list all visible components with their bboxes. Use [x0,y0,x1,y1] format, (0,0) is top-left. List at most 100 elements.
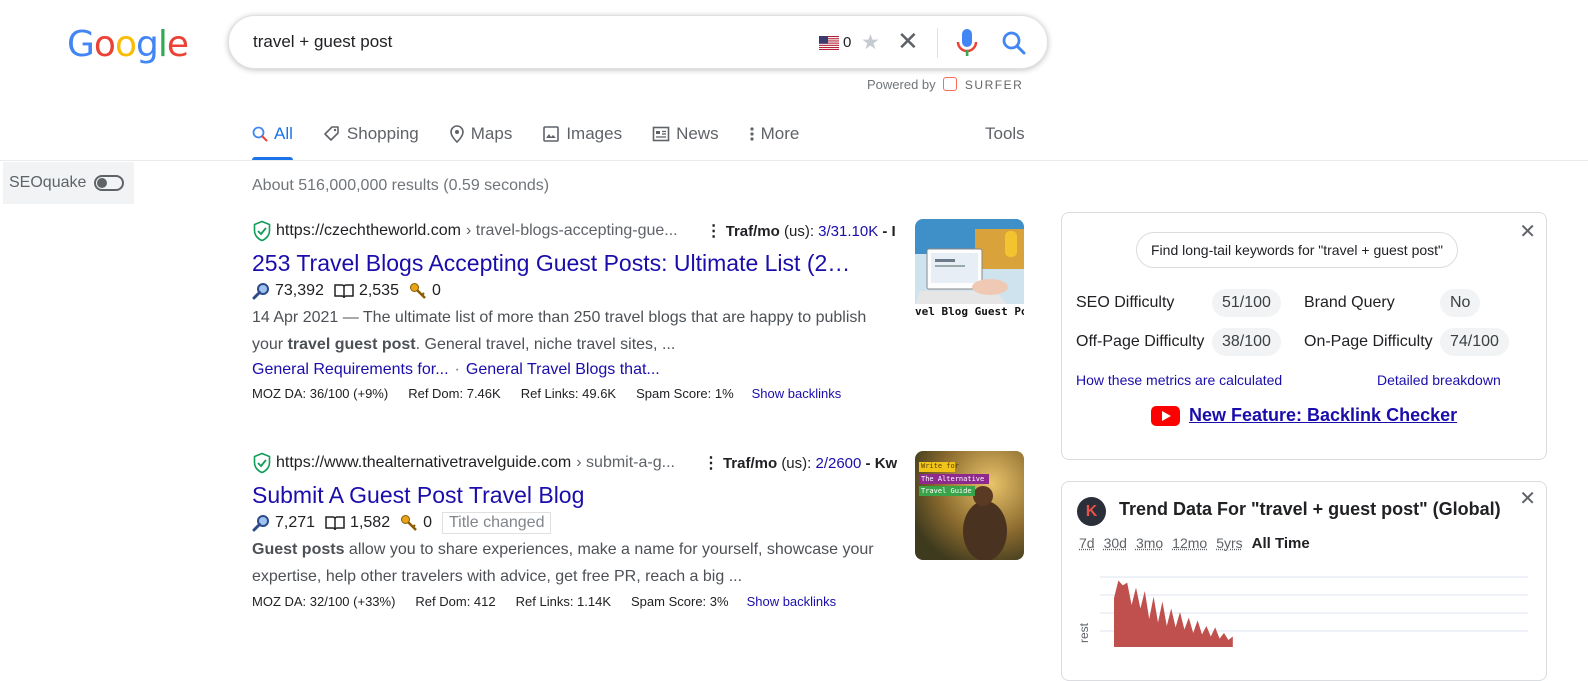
traffic-geo: (us): [781,455,811,472]
onpage-difficulty-value: 74/100 [1440,328,1509,356]
seoquake-toggle[interactable] [94,175,124,191]
onpage-difficulty-row: On-Page Difficulty 74/100 [1304,328,1509,356]
news-icon [652,126,670,142]
book-icon [325,515,345,531]
result-title-link[interactable]: 253 Travel Blogs Accepting Guest Posts: … [252,248,872,278]
more-vert-icon[interactable]: ⋮ [703,453,719,473]
axis-label: rest [1077,622,1091,643]
snippet-bold: Guest posts [252,541,344,558]
search-icon[interactable] [1001,30,1027,56]
result-snippet: Guest posts allow you to share experienc… [252,536,902,590]
more-vert-icon[interactable]: ⋮ [706,221,722,241]
search-volume-value: 7,271 [275,514,315,532]
microphone-icon[interactable] [955,28,979,58]
seo-difficulty-label: SEO Difficulty [1076,294,1212,312]
google-logo[interactable]: Google [67,24,188,65]
tab-label: Images [566,124,622,144]
result-stats: About 516,000,000 results (0.59 seconds) [252,177,549,195]
star-icon[interactable]: ★ [861,30,880,55]
trend-area [1114,581,1233,648]
tab-all[interactable]: All [252,122,293,146]
ref-dom: Ref Dom: 7.46K [408,382,501,406]
keys-metric: 0 [400,514,432,532]
magnifier-icon [252,514,270,532]
thumbnail-caption: Travel Guide [921,487,972,495]
traffic-info: Traf/mo (us): 2/2600 - Kw [723,455,897,472]
tab-label: Shopping [347,124,419,144]
ref-links: Ref Links: 1.14K [516,590,611,614]
shield-check-icon [252,452,272,474]
thumbnail-caption: vel Blog Guest Pos [915,305,1024,318]
close-icon[interactable]: ✕ [1519,486,1536,511]
result-title-link[interactable]: Submit A Guest Post Travel Blog [252,480,912,510]
search-volume-value: 73,392 [275,282,324,300]
search-input[interactable] [253,32,753,52]
backlink-checker-link[interactable]: New Feature: Backlink Checker [1151,405,1457,426]
tag-icon [323,125,341,143]
trend-range-selector: 7d 30d 3mo 12mo 5yrs All Time [1079,535,1310,552]
offpage-difficulty-row: Off-Page Difficulty 38/100 [1076,328,1281,356]
moz-da: MOZ DA: 36/100 (+9%) [252,382,388,406]
powered-by-surfer[interactable]: Powered by SURFER [867,77,1023,92]
show-backlinks-link[interactable]: Show backlinks [747,590,837,614]
seoquake-label: SEOquake [9,174,86,192]
logo-letter: e [167,24,188,65]
pages-value: 1,582 [350,514,390,532]
result-url[interactable]: https://czechtheworld.com [276,222,461,240]
shield-check-icon [252,220,272,242]
flag-count: 0 [843,34,851,51]
result-breadcrumb: › travel-blogs-accepting-gue... [466,222,678,240]
range-5yrs[interactable]: 5yrs [1216,535,1242,552]
seoquake-toggle-bar: SEOquake [3,162,134,204]
result-snippet: 14 Apr 2021 — The ultimate list of more … [252,304,897,358]
tab-maps[interactable]: Maps [449,122,513,146]
result-thumbnail[interactable]: Write for The Alternative Travel Guide [915,451,1024,560]
onpage-difficulty-label: On-Page Difficulty [1304,333,1440,351]
traffic-tail: - I [882,223,895,240]
close-icon[interactable]: ✕ [1519,219,1536,244]
metrics-info-link[interactable]: How these metrics are calculated [1076,372,1282,388]
logo-letter: g [136,24,158,65]
tab-shopping[interactable]: Shopping [323,122,419,146]
brand-query-value: No [1440,289,1480,317]
sitelink[interactable]: General Travel Blogs that... [466,361,660,378]
search-box: 0 ★ ✕ [228,15,1048,69]
tab-news[interactable]: News [652,122,719,146]
range-12mo[interactable]: 12mo [1172,535,1207,552]
range-7d[interactable]: 7d [1079,535,1095,552]
moz-da: MOZ DA: 32/100 (+33%) [252,590,395,614]
show-backlinks-link[interactable]: Show backlinks [752,382,842,406]
tab-images[interactable]: Images [542,122,622,146]
keys-value: 0 [423,514,432,532]
ref-dom: Ref Dom: 412 [415,590,495,614]
result-thumbnail[interactable]: vel Blog Guest Pos [915,219,1024,328]
range-all-time[interactable]: All Time [1252,535,1310,552]
keys-value: 0 [432,282,441,300]
sitelink[interactable]: General Requirements for... [252,361,449,378]
traffic-value[interactable]: 3/31.10K [818,223,878,240]
search-result: https://czechtheworld.com › travel-blogs… [252,219,912,406]
image-icon [542,125,560,143]
result-url[interactable]: https://www.thealternativetravelguide.co… [276,454,571,472]
surfer-brand: SURFER [965,78,1023,92]
seo-difficulty-panel: ✕ Find long-tail keywords for "travel + … [1061,212,1547,460]
clear-icon[interactable]: ✕ [897,26,919,57]
find-longtail-button[interactable]: Find long-tail keywords for "travel + gu… [1136,232,1458,268]
tools-button[interactable]: Tools [985,124,1025,144]
seo-metrics-row: MOZ DA: 36/100 (+9%) Ref Dom: 7.46K Ref … [252,382,912,406]
range-3mo[interactable]: 3mo [1136,535,1163,552]
trend-title: Trend Data For "travel + guest post" (Gl… [1119,499,1501,520]
trend-data-panel: ✕ K Trend Data For "travel + guest post"… [1061,481,1547,681]
result-metrics: 73,392 2,535 0 [252,278,912,304]
tab-more[interactable]: More [749,122,800,146]
seo-metrics-row: MOZ DA: 32/100 (+33%) Ref Dom: 412 Ref L… [252,590,912,614]
us-flag-icon [819,36,839,50]
sitelink-separator: · [455,361,460,378]
trend-chart: rest [1076,567,1536,647]
range-30d[interactable]: 30d [1104,535,1127,552]
traffic-geo: (us): [784,223,814,240]
traffic-value[interactable]: 2/2600 [815,455,861,472]
traffic-label: Traf/mo [723,455,777,472]
result-metrics: 7,271 1,582 0 Title changed [252,510,912,536]
detailed-breakdown-link[interactable]: Detailed breakdown [1377,372,1501,388]
